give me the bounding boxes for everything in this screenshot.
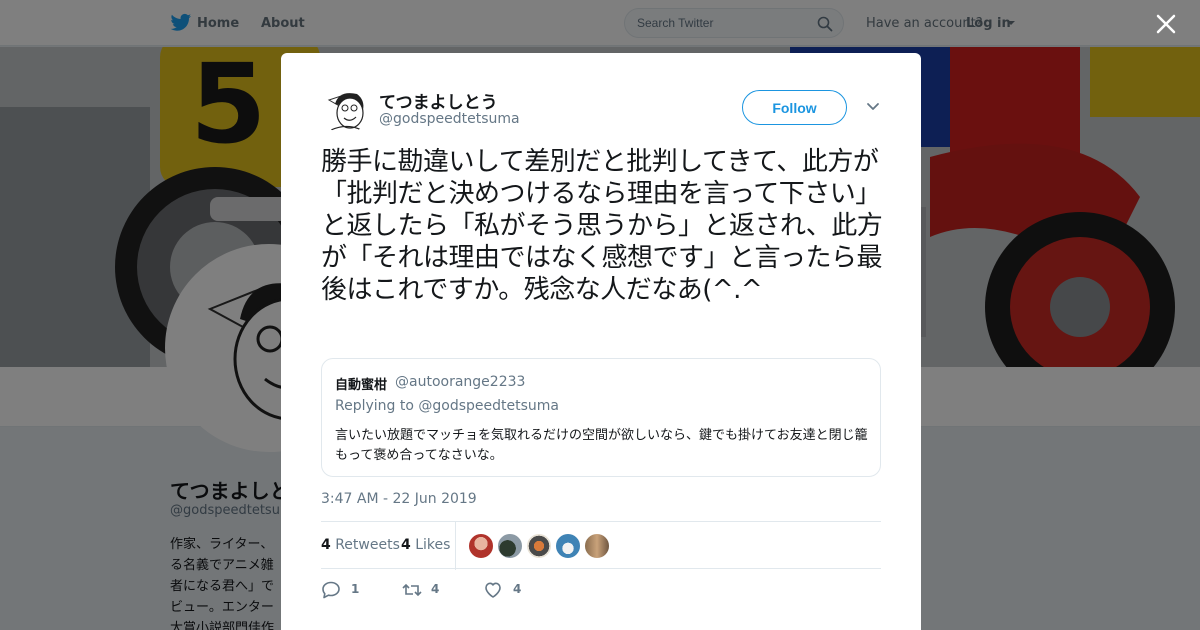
- reply-icon: [322, 581, 340, 599]
- liker-avatar[interactable]: [468, 533, 494, 559]
- close-icon[interactable]: [1154, 12, 1178, 36]
- author-handle[interactable]: @godspeedtetsuma: [379, 111, 520, 127]
- chevron-down-icon[interactable]: [866, 101, 880, 113]
- liker-avatar[interactable]: [497, 533, 523, 559]
- quote-author-name[interactable]: 自動蜜柑: [335, 374, 387, 393]
- likes-stat[interactable]: 4 Likes: [401, 537, 450, 553]
- reply-count: 1: [351, 582, 360, 596]
- tweet-modal: てつまよしとう @godspeedtetsuma Follow 勝手に勘違いして…: [281, 53, 921, 630]
- quote-replying-to[interactable]: Replying to @godspeedtetsuma: [335, 398, 559, 414]
- quote-author-handle[interactable]: @autoorange2233: [395, 374, 525, 390]
- retweet-count: 4: [431, 582, 440, 596]
- retweets-label: Retweets: [335, 537, 400, 553]
- like-count: 4: [513, 582, 522, 596]
- retweets-count: 4: [321, 537, 331, 553]
- tweet-text: 勝手に勘違いして差別だと批判してきて、此方が「批判だと決めつけるなら理由を言って…: [321, 147, 883, 305]
- retweet-icon: [402, 583, 422, 597]
- liker-avatar[interactable]: [555, 533, 581, 559]
- likes-count: 4: [401, 537, 411, 553]
- like-button[interactable]: 4: [483, 580, 543, 600]
- author-name[interactable]: てつまよしとう: [379, 88, 498, 113]
- tweet-stats: 4 Retweets 4 Likes: [321, 521, 881, 570]
- reply-button[interactable]: 1: [321, 580, 381, 600]
- likes-label: Likes: [415, 537, 451, 553]
- stats-divider: [455, 522, 456, 570]
- author-avatar[interactable]: [321, 86, 369, 134]
- tweet-actions: 1 4 4: [321, 580, 881, 600]
- retweet-button[interactable]: 4: [401, 580, 461, 600]
- cartoon-face-illustration: [321, 86, 369, 134]
- tweet-timestamp[interactable]: 3:47 AM - 22 Jun 2019: [321, 491, 477, 507]
- follow-button[interactable]: Follow: [742, 90, 847, 125]
- heart-icon: [485, 582, 501, 598]
- retweets-stat[interactable]: 4 Retweets: [321, 537, 400, 553]
- liker-avatar[interactable]: [526, 533, 552, 559]
- quote-text: 言いたい放題でマッチョを気取れるだけの空間が欲しいなら、鍵でも掛けてお友達と閉じ…: [335, 428, 868, 463]
- liker-avatar[interactable]: [584, 533, 610, 559]
- quoted-tweet[interactable]: 自動蜜柑 @autoorange2233 Replying to @godspe…: [321, 358, 881, 477]
